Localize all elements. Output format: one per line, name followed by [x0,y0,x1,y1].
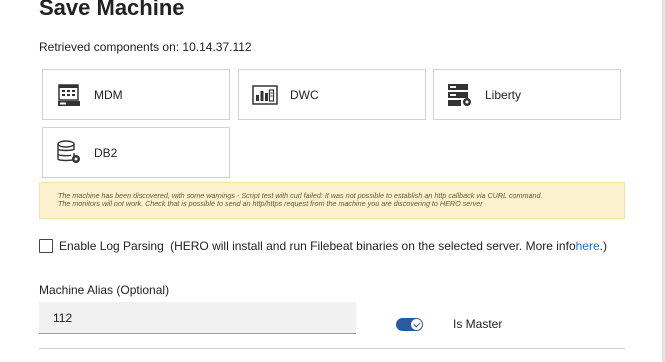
component-tile-liberty[interactable]: Liberty [433,69,621,120]
component-tile-dwc[interactable]: DWC [238,69,426,120]
component-label: MDM [94,87,123,102]
warning-line-2: The monitors will not work. Check that i… [58,199,483,208]
log-parsing-note: (HERO will install and run Filebeat bina… [170,239,576,253]
server-gear-icon [447,82,473,108]
component-tile-db2[interactable]: DB2 [42,127,230,178]
machine-alias-label: Machine Alias (Optional) [39,283,170,297]
log-parsing-label: Enable Log Parsing [59,239,164,253]
component-label: DWC [290,87,319,102]
is-master-label: Is Master [453,317,503,331]
is-master-toggle[interactable] [396,318,423,331]
calendar-server-icon [56,82,82,108]
dashboard-chart-icon [252,82,278,108]
database-gear-icon [56,139,82,166]
log-parsing-row: Enable Log Parsing (HERO will install an… [39,239,607,253]
more-info-link[interactable]: here [576,239,600,253]
retrieved-components-text: Retrieved components on: 10.14.37.112 [39,40,252,54]
machine-alias-input[interactable] [39,302,356,334]
component-tile-mdm[interactable]: MDM [42,69,230,120]
toggle-check-icon [411,319,422,330]
page-title: Save Machine [39,0,185,20]
enable-log-parsing-checkbox[interactable] [39,239,53,253]
component-label: DB2 [94,145,118,160]
component-label: Liberty [485,87,522,102]
log-parsing-note-end: .) [599,239,607,253]
discovery-warning-banner: The machine has been discovered, with so… [39,182,625,219]
section-divider [39,348,625,349]
save-machine-dialog: Save Machine Retrieved components on: 10… [0,0,665,362]
